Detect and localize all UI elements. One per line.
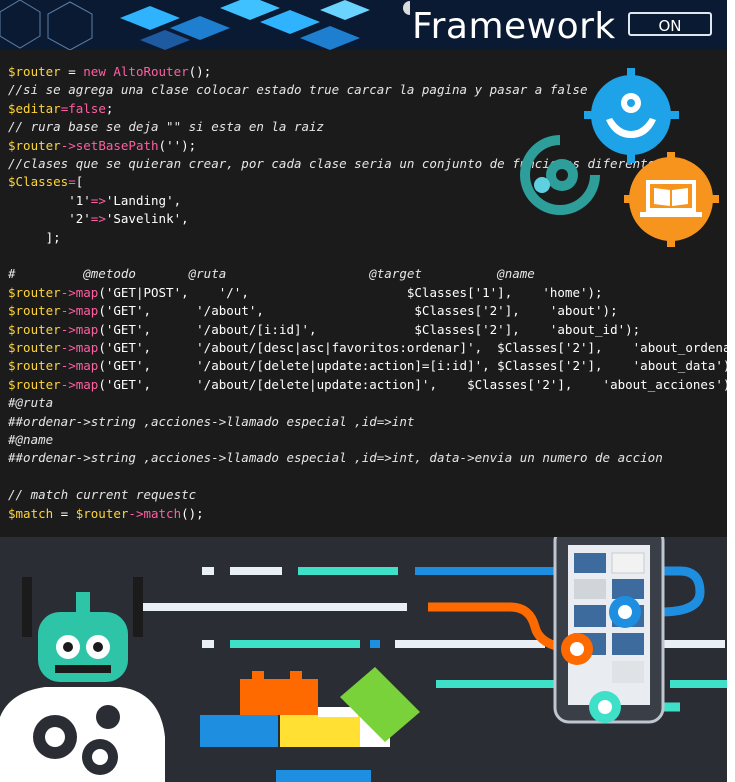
code-token: $router [8,64,61,79]
code-token: 'Landing', [105,192,182,208]
code-token: $router [8,376,61,392]
code-token: ('GET|POST', '/', $Classes['1'], 'home')… [98,284,603,300]
code-line: ##ordenar->string ,acciones->llamado esp… [8,414,414,429]
code-token: -> [60,303,76,319]
code-token: (); [181,505,204,521]
code-token: $router [75,505,129,521]
code-line: $router->map('GET', '/about/[delete|upda… [8,358,735,373]
code-token: (); [188,64,212,79]
code-token: = [60,64,84,79]
code-token: //si se agrega una clase colocar estado … [8,82,588,98]
code-line: //si se agrega una clase colocar estado … [8,82,587,97]
code-token: -> [60,358,76,374]
code-token: => [90,211,106,227]
code-token: -> [60,340,76,355]
code-token: setBasePath [75,137,159,153]
code-line: $router->map('GET', '/about/[i:id]', $Cl… [8,322,640,337]
on-toggle[interactable]: ON [628,12,712,36]
code-token: map [75,321,99,337]
code-line: $router->setBasePath(''); [8,138,196,153]
code-token: ('GET', '/about', $Classes['2'], 'about'… [98,303,618,319]
code-token: AltoRouter [113,64,189,79]
code-token: [ [75,174,84,190]
lego-blocks-illustration [200,667,420,747]
code-token: ; [105,100,114,116]
code-token: ('GET', '/about/[delete|update:action]=[… [98,358,735,374]
code-token: $router [8,303,61,319]
code-token: $router [8,358,61,374]
code-token: // match current requestc [8,487,197,503]
gears-head-icon [520,135,600,215]
code-token: match [143,505,182,521]
hexagon-pattern [0,0,410,50]
header-banner: Framework ON [0,0,735,50]
code-token: ('GET', '/about/[i:id]', $Classes['2'], … [98,321,641,337]
code-line: $router->map('GET|POST', '/', $Classes['… [8,285,603,300]
code-line: ]; [8,230,61,245]
code-token: -> [60,137,76,153]
code-token: ('GET', '/about/[delete|update:action]',… [98,376,735,392]
code-token: $router [8,137,61,153]
code-token: = [53,505,76,521]
code-token: $match [8,505,54,521]
code-token: '1' [8,192,91,208]
code-token: '2' [8,211,91,227]
code-line: #@ruta [8,395,53,410]
robot-illustration [0,577,165,782]
code-line: $match = $router->match(); [8,506,204,521]
code-token: ##ordenar->string ,acciones->llamado esp… [8,413,415,429]
code-token: ##ordenar->string ,acciones->llamado esp… [8,450,663,466]
code-token: $router [8,284,61,300]
code-token: -> [60,376,76,392]
brand-title: Framework [412,6,616,47]
code-line: $editar=false; [8,101,113,116]
code-token: map [75,358,99,374]
code-token: #@ruta [8,395,54,411]
code-line: # @metodo @ruta @target @name [8,266,535,281]
code-line: $router->map('GET', '/about/[desc|asc|fa… [8,340,735,355]
code-token: // rura base se deja "" si esta en la ra… [8,119,325,135]
code-line: '1'=>'Landing', [8,193,181,208]
code-token: -> [60,284,76,300]
code-line: $router->map('GET', '/about/[delete|upda… [8,377,735,392]
code-line: $router = new AltoRouter(); [8,64,211,79]
code-token: 'Savelink', [105,211,189,227]
code-token: map [75,303,99,319]
code-token: # @metodo @ruta @target @name [8,266,535,282]
code-line: '2'=>'Savelink', [8,211,189,227]
code-line: // match current requestc [8,487,196,502]
code-token: -> [128,505,144,521]
book-laptop-icon [624,152,719,247]
code-token: #@name [8,432,54,447]
code-token: map [75,284,99,300]
code-token: ]; [8,229,61,245]
code-token: = [68,174,76,190]
code-token: (''); [158,137,197,153]
code-token: $router [8,340,61,355]
code-token: -> [60,321,76,337]
code-token: => [90,192,106,208]
code-token: false [68,100,106,116]
right-gutter [727,0,735,782]
code-line: $Classes=[ [8,174,83,189]
illustration-scene [0,537,727,782]
code-token: map [75,340,99,355]
code-line: $router->map('GET', '/about', $Classes['… [8,303,618,318]
code-line: #@name [8,432,53,447]
code-token: map [75,376,99,392]
code-line: // rura base se deja "" si esta en la ra… [8,119,324,134]
code-token: $router [8,321,61,337]
code-line: ##ordenar->string ,acciones->llamado esp… [8,450,663,465]
code-token: $editar [8,100,61,116]
code-token: $Classes [8,174,69,190]
code-token: ('GET', '/about/[desc|asc|favoritos:orde… [98,340,735,355]
code-token: new [83,64,114,79]
